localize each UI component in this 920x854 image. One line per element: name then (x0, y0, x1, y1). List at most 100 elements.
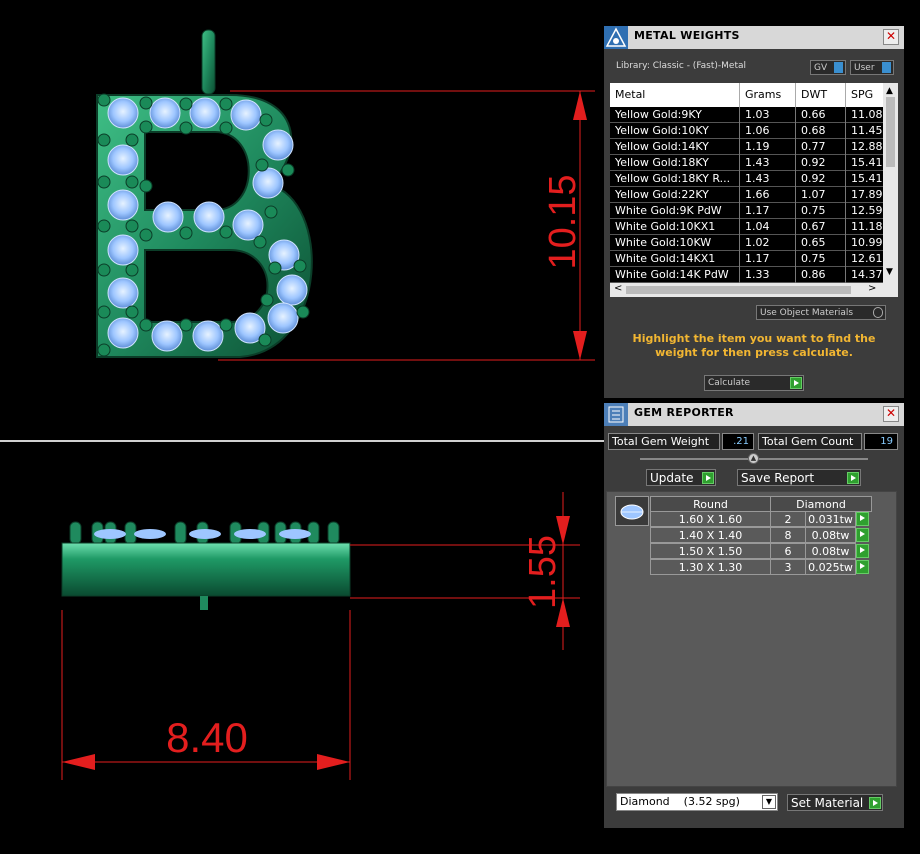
cell-dwt: 0.66 (796, 107, 846, 123)
width-dimension: 8.40 (61, 610, 351, 780)
set-material-label: Set Material (791, 796, 864, 810)
use-object-materials-toggle[interactable]: Use Object Materials (756, 305, 886, 320)
close-icon[interactable]: ✕ (883, 406, 899, 422)
cell-metal: White Gold:10KW (610, 235, 740, 251)
table-row[interactable]: Yellow Gold:14KY 1.19 0.77 12.88 (610, 139, 898, 155)
gem-stone (193, 201, 225, 233)
side-gem (189, 529, 221, 539)
user-toggle[interactable]: User (850, 60, 894, 75)
chevron-down-icon[interactable]: ▼ (762, 795, 776, 809)
table-row[interactable]: White Gold:10KX1 1.04 0.67 11.18 (610, 219, 898, 235)
table-row[interactable]: White Gold:14K PdW 1.33 0.86 14.37 (610, 267, 898, 283)
select-gem-row-button[interactable] (856, 528, 869, 542)
metal-weights-table[interactable]: Metal Grams DWT SPG Yellow Gold:9KY 1.03 0… (610, 83, 898, 297)
close-icon[interactable]: ✕ (883, 29, 899, 45)
cell-metal: White Gold:9K PdW (610, 203, 740, 219)
scroll-up-icon[interactable]: ▲ (886, 86, 893, 96)
prong (139, 318, 153, 332)
gem-cell-count: 3 (770, 559, 806, 575)
table-row[interactable]: White Gold:10KW 1.02 0.65 10.99 (610, 235, 898, 251)
cell-metal: Yellow Gold:14KY (610, 139, 740, 155)
table-row[interactable]: Yellow Gold:10KY 1.06 0.68 11.45 (610, 123, 898, 139)
update-button[interactable]: Update (646, 469, 716, 486)
toggle-indicator-icon (882, 62, 891, 73)
select-gem-row-button[interactable] (856, 560, 869, 574)
play-icon (869, 797, 881, 809)
prong (260, 293, 274, 307)
splitter-handle-icon[interactable]: ▲ (748, 453, 759, 464)
thickness-dimension-label: 1.55 (522, 535, 564, 609)
pendant-side-view (61, 521, 351, 610)
total-gem-count-label: Total Gem Count (758, 433, 862, 450)
cell-metal: Yellow Gold:18KY R... (610, 171, 740, 187)
prong (179, 121, 193, 135)
gv-toggle[interactable]: GV (810, 60, 846, 75)
prong (264, 205, 278, 219)
material-select[interactable]: Diamond (3.52 spg) ▼ (616, 793, 778, 811)
cell-grams: 1.03 (740, 107, 796, 123)
prong (255, 158, 269, 172)
gem-stone (152, 201, 184, 233)
select-gem-row-button[interactable] (856, 544, 869, 558)
cell-dwt: 0.75 (796, 203, 846, 219)
metal-weights-titlebar[interactable]: METAL WEIGHTS ✕ (604, 26, 904, 49)
gem-stone (107, 189, 139, 221)
prong (259, 113, 273, 127)
total-gem-count-value: 19 (864, 433, 898, 450)
gem-reporter-icon (604, 403, 628, 426)
side-prong (69, 521, 82, 545)
gem-stone (230, 99, 262, 131)
scroll-right-icon[interactable]: > (868, 283, 876, 294)
metal-weights-title: METAL WEIGHTS (634, 29, 740, 42)
gem-stone (262, 129, 294, 161)
play-icon (702, 472, 714, 484)
scroll-left-icon[interactable]: < (614, 283, 622, 294)
table-row[interactable]: Yellow Gold:18KY R... 1.43 0.92 15.41 (610, 171, 898, 187)
prong (97, 93, 111, 107)
cell-dwt: 0.67 (796, 219, 846, 235)
prong (125, 175, 139, 189)
column-header-metal[interactable]: Metal (610, 83, 740, 107)
gem-reporter-title: GEM REPORTER (634, 406, 734, 419)
gem-report-area: Round Diamond 1.60 X 1.60 2 0.031tw 1.40 X … (606, 491, 897, 787)
table-row[interactable]: Yellow Gold:22KY 1.66 1.07 17.89 (610, 187, 898, 203)
cell-grams: 1.06 (740, 123, 796, 139)
cell-grams: 1.43 (740, 171, 796, 187)
cell-metal: White Gold:14K PdW (610, 267, 740, 283)
prong (125, 219, 139, 233)
bail (201, 29, 216, 95)
gem-stone (107, 234, 139, 266)
vertical-scrollbar[interactable]: ▲ ▼ (883, 83, 898, 283)
cell-dwt: 0.75 (796, 251, 846, 267)
gem-cell-weight: 0.08tw (805, 543, 856, 559)
calculate-button[interactable]: Calculate (704, 375, 804, 391)
column-header-dwt[interactable]: DWT (796, 83, 846, 107)
cell-grams: 1.02 (740, 235, 796, 251)
total-gem-weight-label: Total Gem Weight (608, 433, 720, 450)
use-object-materials-label: Use Object Materials (760, 308, 854, 318)
cad-viewport[interactable]: 10.15 1.55 8.40 (0, 0, 604, 850)
cell-grams: 1.19 (740, 139, 796, 155)
column-header-grams[interactable]: Grams (740, 83, 796, 107)
gem-stone (149, 97, 181, 129)
cell-metal: White Gold:14KX1 (610, 251, 740, 267)
gem-cell-count: 6 (770, 543, 806, 559)
table-row[interactable]: Yellow Gold:9KY 1.03 0.66 11.08 (610, 107, 898, 123)
table-row[interactable]: Yellow Gold:18KY 1.43 0.92 15.41 (610, 155, 898, 171)
prong (97, 343, 111, 357)
gem-cell-weight: 0.031tw (805, 511, 856, 527)
scroll-thumb[interactable] (886, 97, 895, 167)
prong (268, 261, 282, 275)
gem-reporter-panel: GEM REPORTER ✕ Total Gem Weight .21 Tota… (604, 403, 904, 828)
set-material-button[interactable]: Set Material (787, 794, 883, 811)
table-row[interactable]: White Gold:9K PdW 1.17 0.75 12.59 (610, 203, 898, 219)
horizontal-scrollbar[interactable]: < > (610, 283, 898, 297)
save-report-button[interactable]: Save Report (737, 469, 861, 486)
scroll-down-icon[interactable]: ▼ (886, 267, 893, 277)
prong (125, 305, 139, 319)
gem-reporter-titlebar[interactable]: GEM REPORTER ✕ (604, 403, 904, 426)
table-row[interactable]: White Gold:14KX1 1.17 0.75 12.61 (610, 251, 898, 267)
select-gem-row-button[interactable] (856, 512, 869, 526)
hscroll-thumb[interactable] (626, 286, 851, 294)
prong (97, 219, 111, 233)
